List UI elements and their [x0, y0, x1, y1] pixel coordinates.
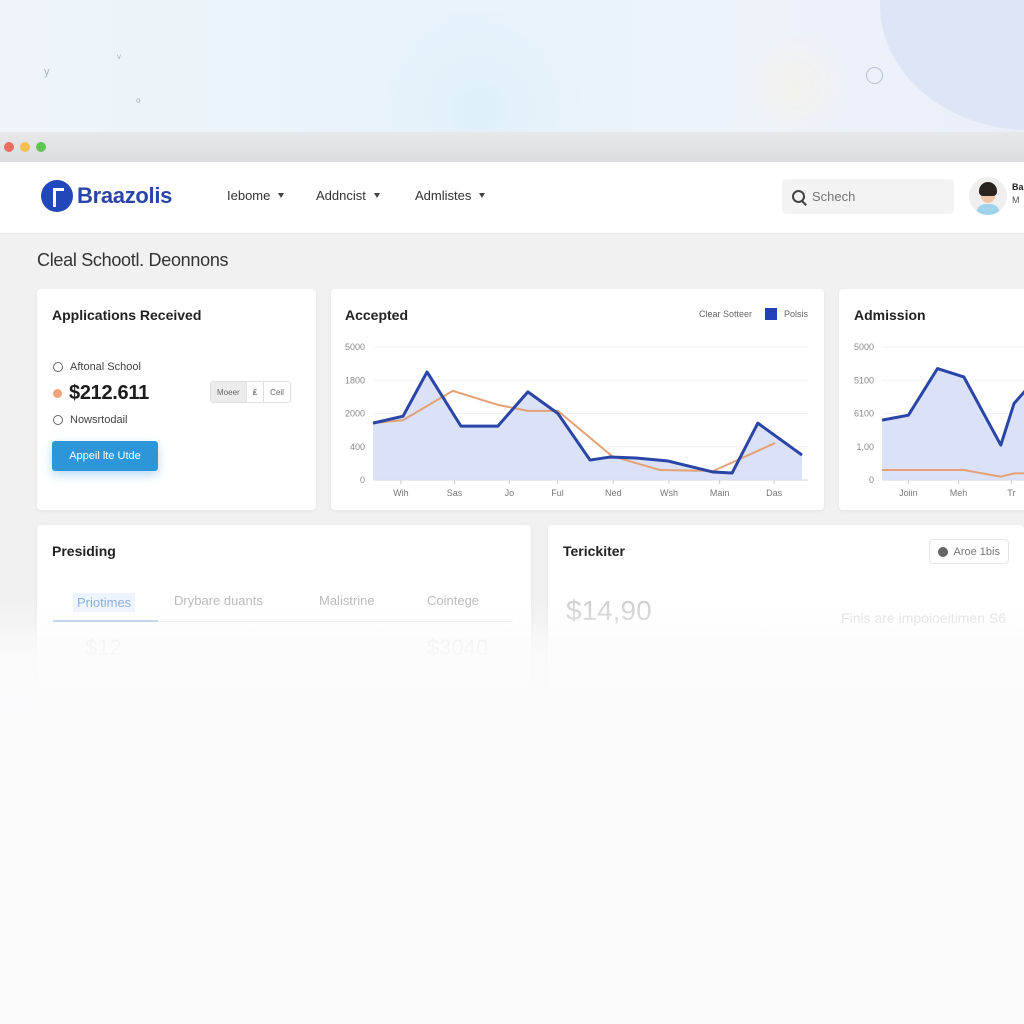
filter-chip[interactable]: Aroe 1bis: [928, 539, 1009, 564]
minimize-window-button[interactable]: [20, 142, 30, 152]
radio-button[interactable]: [53, 362, 63, 372]
decorative-glyph: v: [117, 52, 121, 61]
y-tick-label: 0: [869, 475, 874, 485]
search-box[interactable]: [782, 179, 954, 214]
page-title: Cleal Schootl. Deonnons: [37, 250, 229, 270]
background-ring: [866, 67, 883, 84]
chevron-down-icon: [278, 193, 285, 198]
radio-option[interactable]: Nowsrtodail: [53, 414, 127, 426]
segment-option[interactable]: Ceil: [263, 382, 290, 402]
active-tab-indicator: [53, 620, 158, 622]
nav-menu-label: Addncist: [316, 188, 366, 203]
x-tick-label: Ned: [605, 488, 622, 498]
top-navbar: Braazolis Iebome Addncist Admlistes Ba M: [0, 162, 1024, 234]
browser-window: Braazolis Iebome Addncist Admlistes Ba M…: [0, 132, 1024, 1024]
user-avatar[interactable]: [969, 177, 1007, 215]
y-tick-label: 1,00: [856, 442, 874, 452]
x-tick-label: Wsh: [660, 488, 678, 498]
search-icon: [792, 189, 806, 204]
metric-value: $14,90: [566, 595, 652, 626]
desktop-background: y v o: [0, 0, 1024, 132]
maximize-window-button[interactable]: [36, 142, 46, 152]
nav-menu-label: Admlistes: [415, 188, 472, 203]
x-tick-label: Main: [710, 488, 730, 498]
nav-menu-2[interactable]: Addncist: [316, 188, 380, 203]
avatar-shirt: [976, 204, 1000, 215]
x-tick-label: Ful: [551, 488, 564, 498]
user-name: Ba: [1012, 182, 1024, 192]
card-title: Presiding: [52, 543, 116, 559]
nav-menu-1[interactable]: Iebome: [227, 188, 285, 203]
x-tick-label: Wih: [393, 488, 409, 498]
background-circle: [880, 0, 1024, 130]
faded-value: $12: [85, 635, 122, 660]
y-tick-label: 2000: [345, 409, 365, 419]
close-window-button[interactable]: [4, 142, 14, 152]
window-titlebar: [0, 132, 1024, 162]
decorative-glyph: y: [44, 66, 50, 78]
user-group-icon: [937, 546, 948, 557]
user-role: M: [1012, 195, 1020, 205]
filter-icon[interactable]: ₤: [245, 382, 263, 402]
x-tick-label: Tr: [1007, 488, 1015, 498]
background-blob: [740, 30, 850, 132]
radio-option[interactable]: Aftonal School: [53, 361, 141, 373]
avatar-hair: [979, 182, 997, 196]
y-tick-label: 6100: [854, 409, 874, 419]
y-tick-label: 1800: [345, 375, 365, 385]
applications-card: Applications Received Aftonal School $21…: [37, 289, 316, 510]
radio-label: Nowsrtodail: [70, 414, 128, 426]
presiding-card: Presiding Priotimes Drybare duants Malis…: [37, 525, 531, 745]
brand-logo[interactable]: Braazolis: [41, 180, 172, 212]
metric-note: Finis are impoioeitimen S6: [841, 610, 1006, 626]
x-tick-label: Das: [766, 488, 783, 498]
tab-cointege[interactable]: Cointege: [427, 593, 479, 608]
tab-bar: Priotimes Drybare duants Malistrine Coin…: [53, 593, 513, 629]
accepted-card: Accepted Clear Sotteer Polsis 0 400 2000 18…: [331, 289, 824, 510]
logo-icon: [41, 180, 73, 212]
primary-action-button[interactable]: Appeil lte Utde: [52, 441, 158, 471]
tab-priotimes[interactable]: Priotimes: [73, 593, 136, 612]
chip-label: Aroe 1bis: [953, 545, 1000, 558]
tab-malistrine[interactable]: Malistrine: [319, 593, 375, 608]
nav-menu-label: Iebome: [227, 188, 271, 203]
applications-value: $212.611: [69, 382, 149, 404]
accepted-chart: 0 400 2000 1800 5000 Wih Sas Jo Ful Ned Wsh Main Das: [345, 342, 808, 498]
decorative-glyph: o: [136, 96, 141, 105]
chevron-down-icon: [373, 193, 380, 198]
admission-card: Admission 0 1,00 6100 5100 5000 Joiin Meh Tr: [839, 289, 1024, 510]
radio-button[interactable]: [53, 389, 62, 398]
radio-option-selected[interactable]: $212.611: [53, 382, 149, 405]
tab-drybare-duants[interactable]: Drybare duants: [174, 593, 263, 608]
card-title: Applications Received: [52, 307, 202, 323]
chevron-down-icon: [479, 193, 486, 198]
segmented-control: Moeer ₤ Ceil: [210, 381, 291, 403]
y-tick-label: 5000: [854, 342, 874, 352]
x-tick-label: Joiin: [899, 488, 918, 498]
y-tick-label: 5000: [345, 342, 365, 352]
search-input[interactable]: [812, 189, 932, 204]
admission-chart: 0 1,00 6100 5100 5000 Joiin Meh Tr: [854, 342, 1024, 498]
radio-button[interactable]: [53, 415, 63, 425]
brand-name: Braazolis: [77, 183, 173, 208]
x-tick-label: Sas: [447, 488, 463, 498]
y-tick-label: 5100: [854, 375, 874, 385]
segment-option[interactable]: Moeer: [211, 382, 246, 402]
background-blob: [350, 10, 610, 132]
x-tick-label: Meh: [950, 488, 968, 498]
y-tick-label: 400: [350, 442, 365, 452]
y-tick-label: 0: [360, 475, 365, 485]
nav-menu-3[interactable]: Admlistes: [415, 188, 486, 203]
x-tick-label: Jo: [505, 488, 515, 498]
area-fill-admission: [882, 368, 1024, 480]
card-title: Terickiter: [563, 543, 625, 559]
terickiter-card: Terickiter Aroe 1bis $14,90 Finis are im…: [548, 525, 1024, 745]
faded-value: $3040: [427, 635, 489, 660]
radio-label: Aftonal School: [70, 361, 141, 373]
